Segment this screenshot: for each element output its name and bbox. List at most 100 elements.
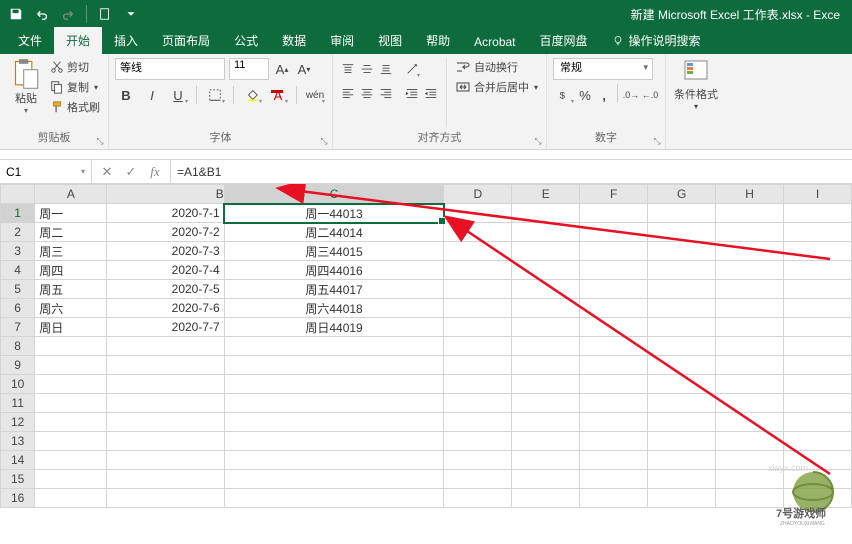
cell-F16[interactable] [580,489,648,508]
cell-H2[interactable] [716,223,784,242]
cell-G3[interactable] [648,242,716,261]
align-launcher[interactable]: ⤡ [532,135,544,147]
cell-E14[interactable] [512,451,580,470]
cell-F5[interactable] [580,280,648,299]
cell-H11[interactable] [716,394,784,413]
tell-me-search[interactable]: 操作说明搜索 [600,27,713,54]
cell-F1[interactable] [580,204,648,223]
cell-H1[interactable] [716,204,784,223]
align-top-button[interactable] [339,58,357,80]
tab-page-layout[interactable]: 页面布局 [150,27,222,54]
cell-A2[interactable]: 周二 [35,223,107,242]
cell-C14[interactable] [224,451,444,470]
qat-dropdown[interactable] [119,3,143,25]
cell-B13[interactable] [107,432,224,451]
percent-button[interactable]: % [576,84,594,106]
cell-E7[interactable] [512,318,580,337]
cell-E16[interactable] [512,489,580,508]
align-bottom-button[interactable] [377,58,395,80]
cell-H8[interactable] [716,337,784,356]
cell-C5[interactable]: 周五44017 [224,280,444,299]
new-file-button[interactable] [93,3,117,25]
decrease-indent-button[interactable] [403,82,421,104]
accounting-format-button[interactable]: $▾ [553,84,575,106]
increase-font-button[interactable]: A▴ [273,58,291,80]
cell-I4[interactable] [784,261,852,280]
cell-C7[interactable]: 周日44019 [224,318,444,337]
cell-F9[interactable] [580,356,648,375]
cell-B12[interactable] [107,413,224,432]
orientation-button[interactable]: ▾ [403,58,421,80]
tab-view[interactable]: 视图 [366,27,414,54]
cut-button[interactable]: 剪切 [48,58,102,76]
cell-F4[interactable] [580,261,648,280]
cell-B14[interactable] [107,451,224,470]
cell-I12[interactable] [784,413,852,432]
cell-E4[interactable] [512,261,580,280]
cell-D15[interactable] [444,470,512,489]
cell-I14[interactable] [784,451,852,470]
formula-input[interactable]: =A1&B1 [171,160,852,183]
cell-B4[interactable]: 2020-7-4 [107,261,224,280]
cell-B16[interactable] [107,489,224,508]
cell-D11[interactable] [444,394,512,413]
row-header-9[interactable]: 9 [1,356,35,375]
cell-E9[interactable] [512,356,580,375]
fill-color-button[interactable]: ▾ [241,84,263,106]
cell-D14[interactable] [444,451,512,470]
tab-file[interactable]: 文件 [6,27,54,54]
cell-D13[interactable] [444,432,512,451]
cell-G11[interactable] [648,394,716,413]
cell-G16[interactable] [648,489,716,508]
row-header-5[interactable]: 5 [1,280,35,299]
copy-button[interactable]: 复制▾ [48,78,102,96]
number-format-select[interactable]: 常规 [553,58,653,80]
cell-A8[interactable] [35,337,107,356]
cell-D16[interactable] [444,489,512,508]
cell-E12[interactable] [512,413,580,432]
border-button[interactable]: ▾ [204,84,226,106]
phonetic-button[interactable]: wén▾ [304,84,326,106]
row-header-10[interactable]: 10 [1,375,35,394]
cell-B6[interactable]: 2020-7-6 [107,299,224,318]
cell-G8[interactable] [648,337,716,356]
align-middle-button[interactable] [358,58,376,80]
cell-B3[interactable]: 2020-7-3 [107,242,224,261]
cell-E1[interactable] [512,204,580,223]
cell-E3[interactable] [512,242,580,261]
cell-F8[interactable] [580,337,648,356]
cell-F7[interactable] [580,318,648,337]
cell-F10[interactable] [580,375,648,394]
comma-button[interactable]: , [595,84,613,106]
conditional-format-button[interactable]: 条件格式 ▾ [672,58,720,111]
cell-F2[interactable] [580,223,648,242]
cell-I11[interactable] [784,394,852,413]
cell-H14[interactable] [716,451,784,470]
cell-H10[interactable] [716,375,784,394]
cell-I3[interactable] [784,242,852,261]
cell-I15[interactable] [784,470,852,489]
cell-C8[interactable] [224,337,444,356]
tab-review[interactable]: 审阅 [318,27,366,54]
row-header-13[interactable]: 13 [1,432,35,451]
row-header-4[interactable]: 4 [1,261,35,280]
cell-C9[interactable] [224,356,444,375]
cell-I10[interactable] [784,375,852,394]
cell-D4[interactable] [444,261,512,280]
font-name-select[interactable]: 等线 [115,58,225,80]
font-size-select[interactable]: 11 [229,58,269,80]
cell-C10[interactable] [224,375,444,394]
cell-A5[interactable]: 周五 [35,280,107,299]
cell-I16[interactable] [784,489,852,508]
row-header-2[interactable]: 2 [1,223,35,242]
row-header-12[interactable]: 12 [1,413,35,432]
align-right-button[interactable] [377,82,395,104]
cell-C11[interactable] [224,394,444,413]
cell-C4[interactable]: 周四44016 [224,261,444,280]
cell-G6[interactable] [648,299,716,318]
cell-G1[interactable] [648,204,716,223]
cell-D1[interactable] [444,204,512,223]
cell-I13[interactable] [784,432,852,451]
cell-F14[interactable] [580,451,648,470]
cell-G13[interactable] [648,432,716,451]
